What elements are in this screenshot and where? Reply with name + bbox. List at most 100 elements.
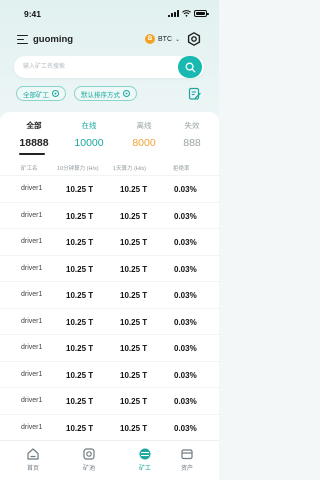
column-header-hashrate-1d[interactable]: 1天算力 (H/s) — [113, 164, 146, 172]
cell-hashrate-10m: 10.25 T — [66, 317, 94, 327]
table-row[interactable]: driver1 10.25 T 10.25 T 0.03% — [0, 281, 219, 308]
cell-hashrate-10m: 10.25 T — [66, 397, 94, 406]
miner-list-screen: 9:41 guoming B BTC ⌄ 输入矿工名搜索 全部矿工 ▼ 默认排序… — [0, 0, 219, 480]
table-row[interactable]: driver1 10.25 T 10.25 T 0.03% — [0, 175, 219, 202]
cell-miner-name: driver1 — [21, 317, 43, 325]
chevron-down-icon: ▼ — [52, 90, 59, 97]
menu-icon[interactable] — [17, 35, 28, 44]
cell-hashrate-1d: 10.25 T — [120, 423, 148, 433]
coin-label: BTC — [158, 35, 172, 43]
cell-reject-rate: 0.03% — [174, 317, 197, 327]
tab-online[interactable]: 在线 10000 — [59, 120, 119, 149]
nav-assets-label: 资产 — [180, 466, 193, 472]
wifi-icon — [182, 10, 191, 17]
cell-reject-rate: 0.03% — [174, 238, 197, 247]
cell-hashrate-1d: 10.25 T — [120, 397, 148, 406]
table-row[interactable]: driver1 10.25 T 10.25 T 0.03% — [0, 201, 219, 229]
table-row[interactable]: driver1 10.25 T 10.25 T 0.03% — [0, 360, 219, 388]
nav-home-label: 首页 — [26, 466, 39, 472]
cell-miner-name: driver1 — [21, 238, 43, 245]
cell-hashrate-1d: 10.25 T — [120, 264, 148, 274]
cell-reject-rate: 0.03% — [174, 185, 197, 194]
cell-hashrate-1d: 10.25 T — [120, 344, 148, 353]
username: guoming — [33, 34, 74, 45]
table-header: 矿工名 10分钟算力 (H/s) 1天算力 (H/s) 拒绝率 — [0, 162, 219, 176]
table-row[interactable]: driver1 10.25 T 10.25 T 0.03% — [0, 254, 219, 282]
miner-icon — [139, 448, 151, 460]
table-row[interactable]: driver1 10.25 T 10.25 T 0.03% — [0, 307, 219, 335]
cell-reject-rate: 0.03% — [174, 291, 197, 300]
cell-hashrate-10m: 10.25 T — [66, 185, 94, 194]
tab-all[interactable]: 全部 18888 — [4, 120, 64, 149]
bottom-nav: 首页 矿池 矿工 资产 — [0, 440, 219, 480]
cell-hashrate-10m: 10.25 T — [66, 423, 94, 433]
cell-hashrate-1d: 10.25 T — [120, 185, 148, 194]
table-row[interactable]: driver1 10.25 T 10.25 T 0.03% — [0, 387, 219, 414]
cell-miner-name: driver1 — [21, 264, 43, 272]
cell-hashrate-10m: 10.25 T — [66, 291, 94, 300]
cell-reject-rate: 0.03% — [174, 370, 197, 380]
filter-row: 全部矿工 ▼ 默认排序方式 ▼ — [0, 86, 219, 102]
cell-reject-rate: 0.03% — [174, 344, 197, 353]
sort-dropdown[interactable]: 默认排序方式 ▼ — [74, 86, 137, 101]
cell-hashrate-10m: 10.25 T — [66, 238, 94, 247]
tab-invalid-count: 888 — [183, 137, 201, 149]
group-filter-dropdown[interactable]: 全部矿工 ▼ — [16, 86, 66, 101]
tab-invalid[interactable]: 失效 888 — [162, 120, 219, 149]
cell-hashrate-10m: 10.25 T — [66, 211, 94, 221]
cell-reject-rate: 0.03% — [174, 211, 197, 221]
group-filter-label: 全部矿工 — [23, 91, 49, 99]
cell-miner-name: driver1 — [21, 423, 43, 431]
cell-miner-name: driver1 — [21, 185, 43, 192]
tab-online-count: 10000 — [74, 137, 104, 149]
cell-reject-rate: 0.03% — [174, 397, 197, 406]
status-icons — [168, 10, 209, 17]
search-button[interactable] — [178, 56, 202, 78]
column-header-reject-rate[interactable]: 拒绝率 — [173, 164, 190, 172]
nav-miner[interactable]: 矿工 — [123, 447, 167, 472]
chevron-down-icon: ⌄ — [175, 36, 181, 43]
cell-hashrate-1d: 10.25 T — [120, 211, 148, 221]
cellular-signal-icon — [168, 10, 179, 17]
nav-pool[interactable]: 矿池 — [67, 447, 111, 472]
cell-hashrate-1d: 10.25 T — [120, 238, 148, 247]
cell-hashrate-1d: 10.25 T — [120, 291, 148, 300]
tab-all-label: 全部 — [26, 121, 42, 130]
cell-miner-name: driver1 — [21, 397, 43, 404]
wallet-icon — [181, 449, 193, 460]
miner-list-card: 全部 18888 在线 10000 离线 8000 失效 888 矿工名 10分… — [0, 112, 219, 446]
cell-miner-name: driver1 — [21, 370, 43, 378]
nav-home[interactable]: 首页 — [11, 447, 55, 472]
nav-miner-label: 矿工 — [138, 466, 151, 472]
battery-icon — [194, 10, 209, 17]
column-header-hashrate-10m[interactable]: 10分钟算力 (H/s) — [57, 164, 99, 172]
cell-reject-rate: 0.03% — [174, 423, 197, 433]
cell-hashrate-10m: 10.25 T — [66, 344, 94, 353]
table-row[interactable]: driver1 10.25 T 10.25 T 0.03% — [0, 334, 219, 361]
status-tabs: 全部 18888 在线 10000 离线 8000 失效 888 — [0, 112, 219, 156]
settings-icon[interactable] — [187, 32, 201, 46]
table-row[interactable]: driver1 10.25 T 10.25 T 0.03% — [0, 413, 219, 441]
cell-hashrate-10m: 10.25 T — [66, 370, 94, 380]
miner-table-body: driver1 10.25 T 10.25 T 0.03% driver1 10.25 T… — [0, 175, 219, 440]
search-input[interactable] — [23, 60, 173, 74]
home-icon — [27, 448, 39, 460]
nav-pool-label: 矿池 — [82, 466, 95, 472]
cell-miner-name: driver1 — [21, 211, 43, 219]
nav-assets[interactable]: 资产 — [165, 447, 209, 472]
active-tab-indicator — [19, 153, 45, 155]
tab-all-count: 18888 — [19, 137, 49, 149]
sort-label: 默认排序方式 — [81, 91, 120, 99]
search-bar — [14, 56, 204, 78]
cell-hashrate-1d: 10.25 T — [120, 317, 148, 327]
column-header-name[interactable]: 矿工名 — [21, 164, 38, 172]
btc-icon: B — [145, 34, 155, 44]
tab-invalid-label: 失效 — [184, 121, 200, 130]
table-row[interactable]: driver1 10.25 T 10.25 T 0.03% — [0, 228, 219, 255]
pool-icon — [83, 448, 95, 460]
cell-miner-name: driver1 — [21, 344, 43, 351]
coin-selector[interactable]: B BTC ⌄ — [145, 34, 180, 44]
top-bar: guoming B BTC ⌄ — [0, 30, 219, 50]
cell-hashrate-1d: 10.25 T — [120, 370, 148, 380]
edit-icon[interactable] — [188, 87, 201, 100]
